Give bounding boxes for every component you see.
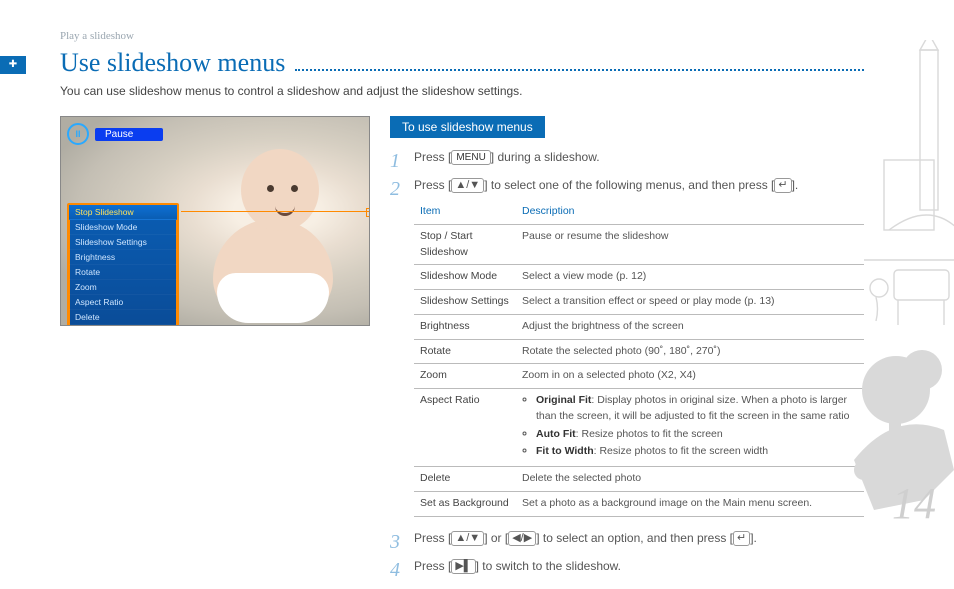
menu-item-stop-slideshow: Stop Slideshow <box>69 205 177 220</box>
menu-item-rotate: Rotate <box>69 265 177 280</box>
menu-item-slideshow-mode: Slideshow Mode <box>69 220 177 235</box>
page-number: 14 <box>892 478 936 529</box>
step-2: Press [▲/▼] to select one of the followi… <box>390 176 864 517</box>
menu-item-brightness: Brightness <box>69 250 177 265</box>
up-down-key-icon: ▲/▼ <box>451 531 484 546</box>
page-title-text: Use slideshow menus <box>60 48 285 78</box>
table-row: RotateRotate the selected photo (90˚, 18… <box>414 339 864 364</box>
left-right-key-icon: ◀/▶ <box>508 531 536 546</box>
menu-item-delete: Delete <box>69 310 177 325</box>
menu-item-zoom: Zoom <box>69 280 177 295</box>
menu-item-aspect-ratio: Aspect Ratio <box>69 295 177 310</box>
table-row: ZoomZoom in on a selected photo (X2, X4) <box>414 364 864 389</box>
page-intro: You can use slideshow menus to control a… <box>60 84 864 98</box>
pause-icon: II <box>67 123 89 145</box>
table-row: Slideshow ModeSelect a view mode (p. 12) <box>414 265 864 290</box>
cityscape-silhouette-icon <box>854 40 954 560</box>
title-rule <box>295 68 864 71</box>
callout-connector <box>181 211 370 212</box>
step-3: Press [▲/▼] or [◀/▶] to select an option… <box>390 529 864 547</box>
device-screenshot: II Pause Stop Slideshow Slideshow Mode S… <box>60 116 370 326</box>
step-1: Press [MENU] during a slideshow. <box>390 148 864 166</box>
breadcrumb: Play a slideshow <box>60 30 864 42</box>
table-header-description: Description <box>516 200 864 224</box>
menu-key-icon: MENU <box>451 150 490 165</box>
photo-baby-illustration <box>183 141 333 311</box>
play-key-icon: ▶▌ <box>451 559 475 574</box>
table-row: Stop / Start SlideshowPause or resume th… <box>414 224 864 265</box>
table-row: Slideshow SettingsSelect a transition ef… <box>414 290 864 315</box>
menu-options-table: Item Description Stop / Start SlideshowP… <box>414 200 864 517</box>
enter-key-icon: ↵ <box>774 178 791 193</box>
section-heading: To use slideshow menus <box>390 116 545 138</box>
section-tab-icon: ✚ <box>0 56 26 74</box>
aspect-option-auto-fit: Auto Fit: Resize photos to fit the scree… <box>536 427 858 443</box>
pause-indicator: II Pause <box>67 123 163 145</box>
table-header-item: Item <box>414 200 516 224</box>
table-row-aspect-ratio: Aspect Ratio Original Fit: Display photo… <box>414 389 864 467</box>
aspect-option-fit-to-width: Fit to Width: Resize photos to fit the s… <box>536 444 858 460</box>
up-down-key-icon: ▲/▼ <box>451 178 484 193</box>
manual-page: ✚ Play a slideshow Use slideshow menus Y… <box>0 0 954 589</box>
slideshow-menu-popup: Stop Slideshow Slideshow Mode Slideshow … <box>67 203 179 326</box>
enter-key-icon: ↵ <box>733 531 750 546</box>
menu-item-set-background: Set as Background <box>69 325 177 326</box>
pause-label: Pause <box>95 128 163 141</box>
table-row: BrightnessAdjust the brightness of the s… <box>414 314 864 339</box>
decorative-margin-art <box>854 0 954 589</box>
table-row: DeleteDelete the selected photo <box>414 467 864 492</box>
page-title: Use slideshow menus <box>60 48 864 78</box>
aspect-option-original-fit: Original Fit: Display photos in original… <box>536 393 858 425</box>
step-4: Press [▶▌] to switch to the slideshow. <box>390 557 864 575</box>
table-row: Set as BackgroundSet a photo as a backgr… <box>414 491 864 516</box>
instruction-steps: Press [MENU] during a slideshow. Press [… <box>390 148 864 575</box>
menu-item-slideshow-settings: Slideshow Settings <box>69 235 177 250</box>
